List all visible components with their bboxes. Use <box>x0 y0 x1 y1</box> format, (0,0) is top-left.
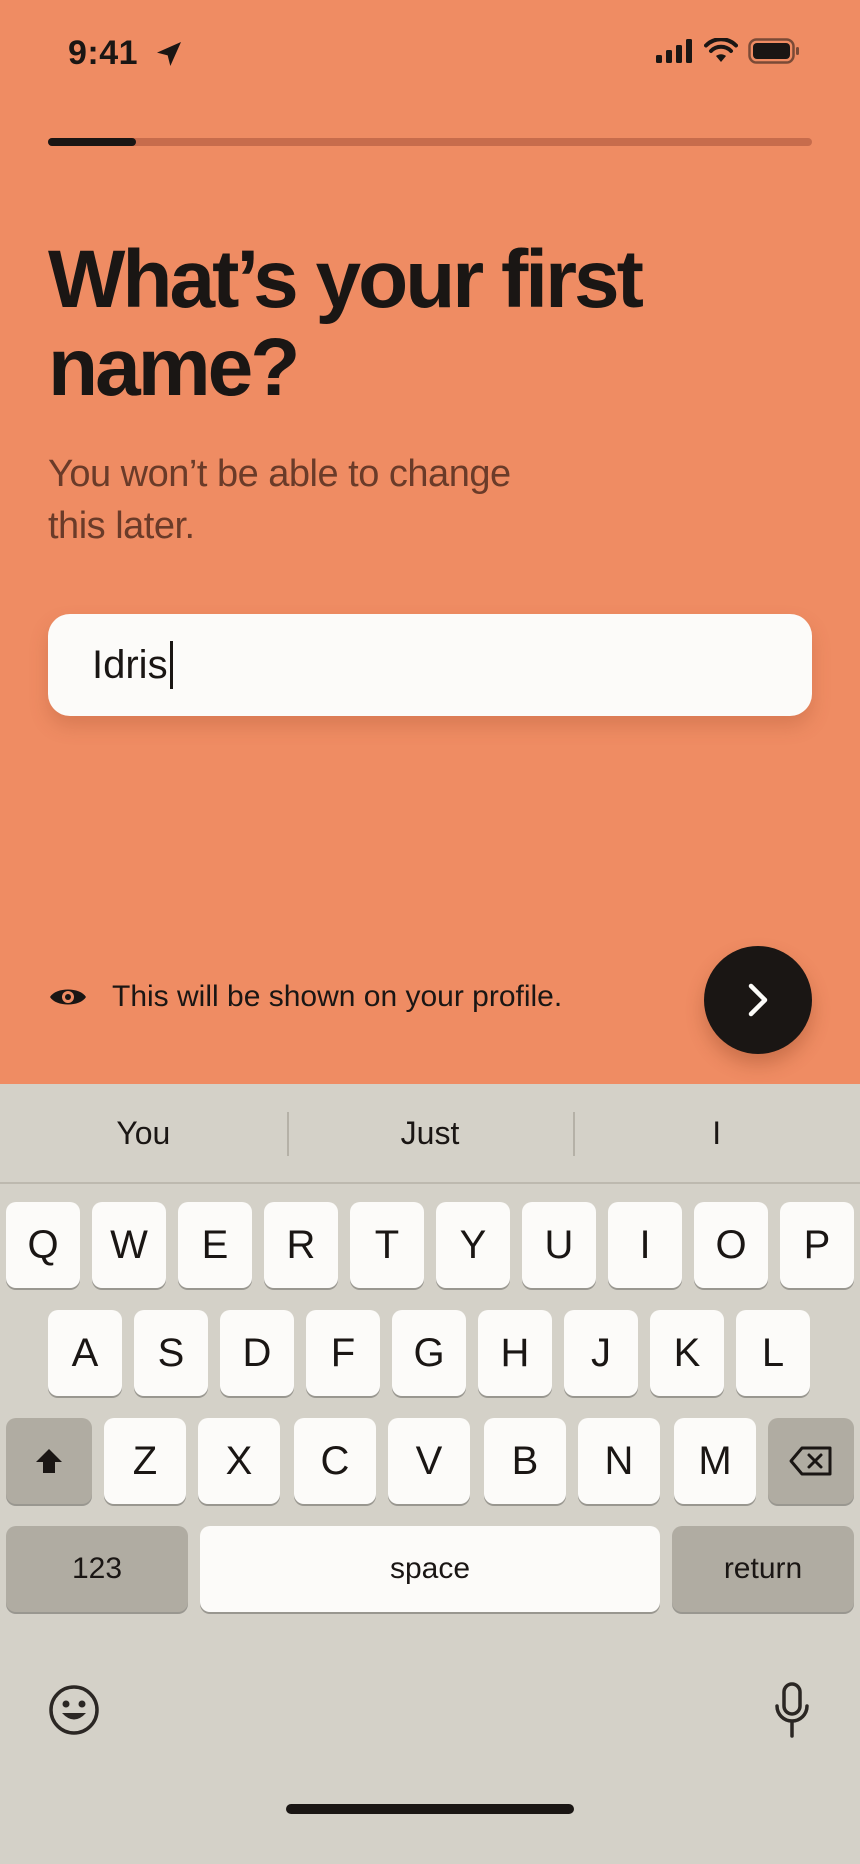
key-j[interactable]: J <box>564 1310 638 1396</box>
key-t[interactable]: T <box>350 1202 424 1288</box>
numbers-key[interactable]: 123 <box>6 1526 188 1612</box>
signal-icon <box>656 39 692 63</box>
emoji-icon[interactable] <box>48 1684 100 1736</box>
home-indicator <box>286 1804 574 1814</box>
onboarding-screen: 9:41 What’s your first name? You won’t b… <box>0 0 860 1864</box>
key-u[interactable]: U <box>522 1202 596 1288</box>
chevron-right-icon <box>748 983 768 1017</box>
key-l[interactable]: L <box>736 1310 810 1396</box>
shift-icon <box>36 1449 62 1473</box>
key-b[interactable]: B <box>484 1418 566 1504</box>
shift-key[interactable] <box>6 1418 92 1504</box>
key-p[interactable]: P <box>780 1202 854 1288</box>
battery-icon <box>748 38 799 64</box>
key-y[interactable]: Y <box>436 1202 510 1288</box>
first-name-value: Idris <box>92 642 168 687</box>
key-i[interactable]: I <box>608 1202 682 1288</box>
text-caret <box>169 641 173 689</box>
location-arrow-icon <box>157 42 181 66</box>
return-key[interactable]: return <box>672 1526 854 1612</box>
hint-text: This will be shown on your profile. <box>112 980 563 1013</box>
key-x[interactable]: X <box>198 1418 280 1504</box>
key-h[interactable]: H <box>478 1310 552 1396</box>
delete-key[interactable] <box>768 1418 854 1504</box>
page-title: What’s your first name? <box>48 234 644 413</box>
page-subtitle: You won’t be able to change this later. <box>48 453 511 547</box>
key-z[interactable]: Z <box>104 1418 186 1504</box>
eye-icon <box>50 989 86 1005</box>
suggestion-bar: You Just I <box>0 1084 860 1184</box>
key-m[interactable]: M <box>674 1418 756 1504</box>
key-d[interactable]: D <box>220 1310 294 1396</box>
first-name-input[interactable]: Idris <box>48 614 812 716</box>
progress-bar <box>48 138 812 146</box>
key-r[interactable]: R <box>264 1202 338 1288</box>
profile-hint: This will be shown on your profile. <box>48 980 562 1014</box>
microphone-icon[interactable] <box>772 1682 812 1738</box>
key-e[interactable]: E <box>178 1202 252 1288</box>
key-o[interactable]: O <box>694 1202 768 1288</box>
suggestion-item[interactable]: I <box>573 1084 860 1182</box>
space-key[interactable]: space <box>200 1526 660 1612</box>
key-n[interactable]: N <box>578 1418 660 1504</box>
key-s[interactable]: S <box>134 1310 208 1396</box>
suggestion-item[interactable]: You <box>0 1084 287 1182</box>
backspace-icon <box>789 1446 832 1476</box>
key-a[interactable]: A <box>48 1310 122 1396</box>
key-v[interactable]: V <box>388 1418 470 1504</box>
key-k[interactable]: K <box>650 1310 724 1396</box>
status-time: 9:41 <box>68 34 139 72</box>
status-bar: 9:41 <box>0 0 860 110</box>
key-w[interactable]: W <box>92 1202 166 1288</box>
key-f[interactable]: F <box>306 1310 380 1396</box>
progress-fill <box>48 138 136 146</box>
next-button[interactable] <box>704 946 812 1054</box>
wifi-icon <box>704 38 738 62</box>
keyboard: You Just I Q W E R T Y U I O P A S D F G… <box>0 1084 860 1864</box>
key-c[interactable]: C <box>294 1418 376 1504</box>
status-indicators <box>656 38 800 64</box>
suggestion-item[interactable]: Just <box>286 1084 574 1182</box>
key-g[interactable]: G <box>392 1310 466 1396</box>
key-q[interactable]: Q <box>6 1202 80 1288</box>
